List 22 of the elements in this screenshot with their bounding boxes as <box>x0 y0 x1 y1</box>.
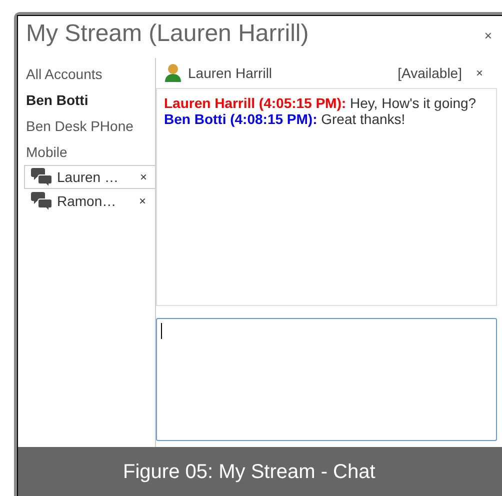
message-input[interactable] <box>156 318 497 441</box>
chat-tab[interactable]: Ramon… × <box>24 189 155 213</box>
close-button[interactable]: × <box>476 64 483 82</box>
account-item[interactable]: Mobile <box>26 139 155 165</box>
chat-tab[interactable]: Lauren … × <box>24 165 155 189</box>
status-text: [Available] <box>398 64 462 83</box>
window-title: My Stream (Lauren Harrill) <box>26 19 309 49</box>
close-button[interactable]: × <box>484 26 492 46</box>
account-item[interactable]: All Accounts <box>26 61 155 87</box>
contact-name: Lauren Harrill <box>188 64 274 82</box>
chat-bubbles-icon <box>31 167 53 187</box>
account-item[interactable]: Ben Botti <box>26 87 155 113</box>
account-item[interactable]: Ben Desk PHone <box>26 113 155 139</box>
chat-bubbles-icon <box>31 191 53 211</box>
chat-tab-label: Lauren … <box>57 168 120 186</box>
person-icon <box>164 63 182 83</box>
chat-message: Lauren Harrill (4:05:15 PM): Hey, How's it going? <box>164 95 478 111</box>
chat-tab-label: Ramon… <box>57 192 118 210</box>
close-button[interactable]: × <box>138 192 146 210</box>
chat-message: Ben Botti (4:08:15 PM): Great thanks! <box>164 111 406 127</box>
figure-caption: Figure 05: My Stream - Chat <box>123 460 376 484</box>
close-button[interactable]: × <box>140 168 147 186</box>
